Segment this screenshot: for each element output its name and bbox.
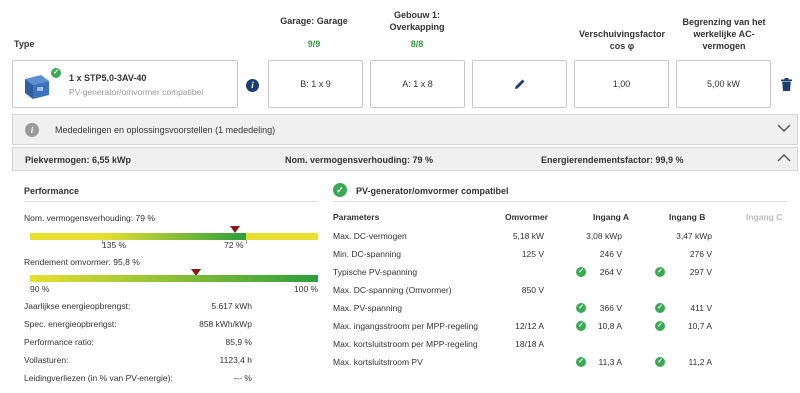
param-name: Min. DC-spanning [333,249,402,259]
peak-power: Piekvermogen: 6,55 kWp [25,155,132,165]
efficiency-label: Rendement omvormer: 95,8 % [24,257,140,267]
building-title: Gebouw 1: Overkapping [389,10,445,32]
cos-phi-header: Verschuivingsfactor cos φ [578,29,666,51]
param-name: Max. DC-spanning (Omvormer) [333,285,452,295]
col-header-inverter: Omvormer [505,212,548,222]
ac-limit-header: Begrenzing van het werkelijke AC-vermogen [682,17,766,51]
param-name: Max. DC-vermogen [333,231,407,241]
check-circle-icon: ✓ [333,183,347,197]
building-count: 8/8 [410,39,424,49]
performance-row-label: Leidingverliezen (in % van PV-energie): [24,373,173,383]
string-config-garage[interactable]: B: 1 x 9 [268,60,363,108]
trash-icon[interactable] [781,78,792,93]
input-b-value: 276 V [689,249,712,259]
input-a-value: 3,08 kWp [586,231,622,241]
nominal-ratio: Nom. vermogensverhouding: 79 % [285,155,434,165]
chevron-down-icon[interactable] [777,123,791,135]
inverter-image [21,69,55,101]
param-name: Max. PV-spanning [333,303,402,313]
notices-bar[interactable]: i Mededelingen en oplossingsvoorstellen … [12,114,798,145]
performance-row-value: 85,9 % [225,337,252,347]
col-header-input-c: Ingang C [746,212,783,222]
col-header-parameters: Parameters [333,212,380,222]
performance-row-label: Performance ratio: [24,337,94,347]
efficiency-max: 100 % [294,284,319,294]
param-name: Max. kortsluitstroom per MPP-regeling [333,339,478,349]
string-config-building[interactable]: A: 1 x 8 [370,60,465,108]
col-header-input-a: Ingang A [593,212,630,222]
divider [333,201,788,202]
info-icon[interactable]: i [246,79,259,92]
energy-factor: Energierendementsfactor: 99,9 % [541,155,684,165]
input-b-value: 297 V [689,267,712,277]
compatible-check-icon: ✓ [51,66,61,78]
efficiency-min: 90 % [30,284,50,294]
ratio-tick-72: 72 % [224,240,244,250]
input-b-value: 411 V [690,303,712,313]
divider [24,201,318,202]
ratio-tick-135: 135 % [102,240,127,250]
param-name: Typische PV-spanning [333,267,418,277]
performance-row-value: --- % [233,373,252,383]
performance-row-value: 1123,4 h [219,355,252,365]
col-header-input-b: Ingang B [669,212,706,222]
chevron-up-icon[interactable] [777,153,791,165]
cos-phi-field[interactable]: 1,00 [574,60,669,108]
performance-row-value: 5.617 kWh [211,301,252,311]
input-b-value: 10,7 A [687,321,712,331]
performance-row-value: 858 kWh/kWp [199,319,252,329]
inverter-value: 18/18 A [515,339,544,349]
edit-button[interactable] [472,60,567,108]
inverter-value: 12/12 A [515,321,544,331]
inverter-name: 1 x STP5.0-3AV-40 [69,73,147,83]
param-name: Max. ingangsstroom per MPP-regeling [333,321,479,331]
tick [246,240,247,244]
performance-row-label: Vollasturen: [24,355,69,365]
info-icon: i [25,123,39,137]
inverter-value: 850 V [521,285,544,295]
ac-limit-field[interactable]: 5,00 kW [676,60,771,108]
input-a-value: 10,8 A [597,321,622,331]
pencil-icon [514,79,524,89]
input-b-value: 3,47 kWp [676,231,712,241]
ratio-label: Nom. vermogensverhouding: 79 % [24,213,155,223]
inverter-subtitle: PV-generator/omvormer compatibel [69,87,204,97]
param-name: Max. kortsluitstroom PV [333,357,423,367]
inverter-card[interactable]: ✓ 1 x STP5.0-3AV-40 PV-generator/omvorme… [12,60,238,108]
input-a-value: 366 V [599,303,622,313]
garage-count: 9/9 [307,39,321,49]
performance-row-label: Jaarlijkse energieopbrengst: [24,301,131,311]
input-a-value: 246 V [599,249,622,259]
input-b-value: 11,2 A [688,357,712,367]
notices-label: Mededelingen en oplossingsvoorstellen (1… [55,125,276,135]
garage-title: Garage: Garage [280,16,348,26]
compat-title: PV-generator/omvormer compatibel [356,186,509,196]
inverter-value: 5,18 kW [512,231,544,241]
input-a-value: 264 V [599,267,622,277]
type-header: Type [14,39,35,49]
ratio-bar [30,233,318,240]
input-a-value: 11,3 A [598,357,622,367]
efficiency-bar [30,275,318,282]
summary-bar[interactable]: Piekvermogen: 6,55 kWp Nom. vermogensver… [12,147,798,171]
performance-title: Performance [24,186,80,196]
performance-row-label: Spec. energieopbrengst: [24,319,117,329]
inverter-value: 125 V [521,249,544,259]
